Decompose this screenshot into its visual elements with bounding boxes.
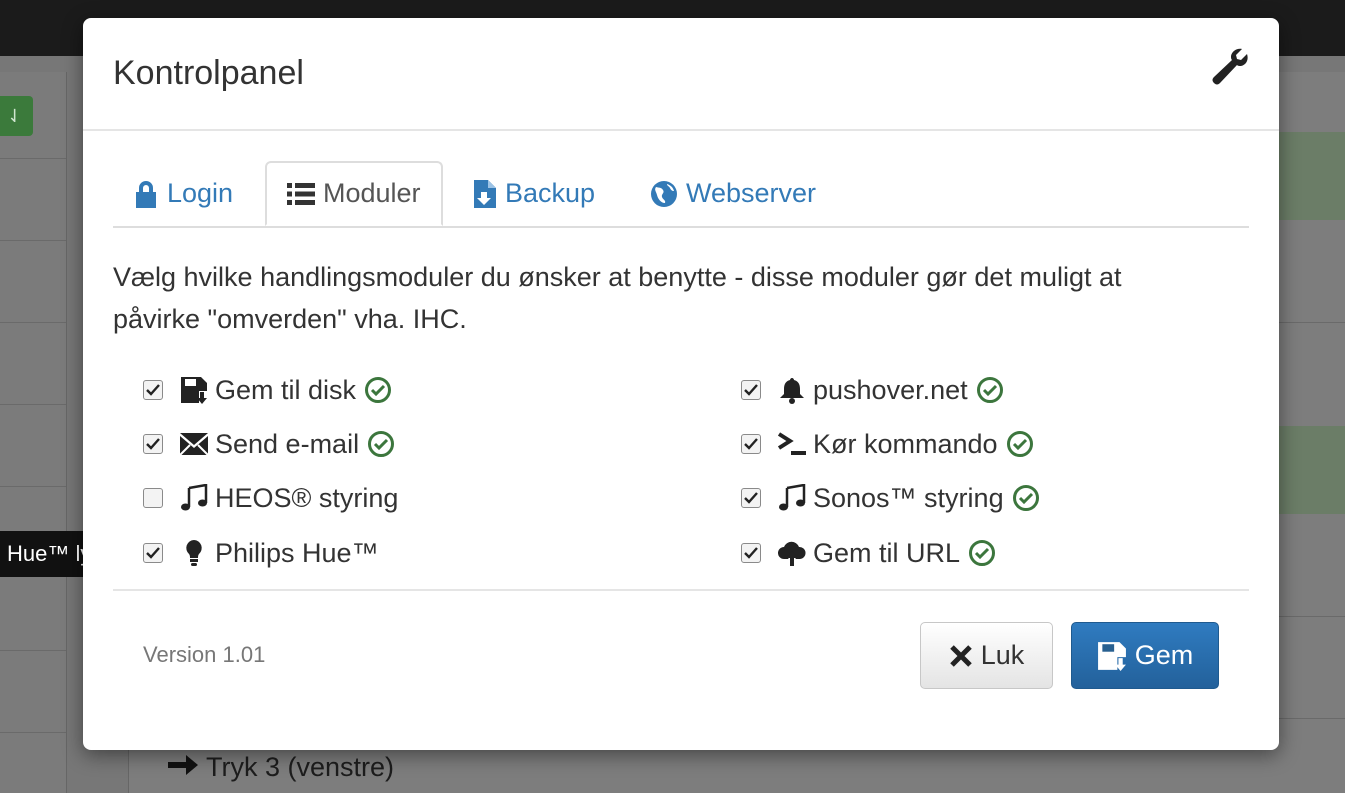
save-button[interactable]: Gem <box>1071 622 1219 689</box>
modal-title: Kontrolpanel <box>113 54 304 92</box>
checkbox[interactable] <box>143 543 163 563</box>
floppy-save-icon <box>1097 641 1126 671</box>
module-send-email[interactable]: Send e-mail <box>143 424 395 464</box>
modal-header: Kontrolpanel <box>83 18 1279 131</box>
app-row-label: Tryk 3 (venstre) <box>168 752 394 783</box>
footer-divider <box>113 589 1249 591</box>
file-download-icon <box>474 179 496 208</box>
globe-icon <box>651 180 677 207</box>
control-panel-modal: Kontrolpanel Login Moduler Backup Webser… <box>83 18 1279 750</box>
list-icon <box>287 182 315 205</box>
music-icon <box>779 484 806 511</box>
sort-icon[interactable]: ⇃ <box>0 96 33 136</box>
module-sonos[interactable]: Sonos™ styring <box>741 478 1040 518</box>
checkbox[interactable] <box>741 543 761 563</box>
ok-circle-icon <box>1012 485 1039 511</box>
module-koer-kommando[interactable]: Kør kommando <box>741 424 1034 464</box>
floppy-save-icon <box>181 377 207 404</box>
arrow-right-icon <box>168 755 198 775</box>
close-icon <box>949 644 972 667</box>
version-label: Version 1.01 <box>143 642 266 667</box>
cloud-upload-icon <box>778 541 806 566</box>
modules-description: Vælg hvilke handlingsmoduler du ønsker a… <box>113 262 1122 334</box>
tab-webserver[interactable]: Webserver <box>650 161 816 226</box>
checkbox[interactable] <box>143 380 163 400</box>
tab-login[interactable]: Login <box>133 161 233 226</box>
module-gem-til-disk[interactable]: Gem til disk <box>143 370 392 410</box>
checkbox[interactable] <box>741 488 761 508</box>
tab-backup[interactable]: Backup <box>473 161 595 226</box>
module-gem-til-url[interactable]: Gem til URL <box>741 533 996 573</box>
ok-circle-icon <box>1006 431 1033 457</box>
checkbox[interactable] <box>143 488 163 508</box>
ok-circle-icon <box>365 377 392 403</box>
terminal-icon <box>777 432 806 455</box>
module-philips-hue[interactable]: Philips Hue™ <box>143 533 379 573</box>
envelope-icon <box>179 433 209 456</box>
checkbox[interactable] <box>741 434 761 454</box>
app-left-column <box>0 72 67 793</box>
module-pushover[interactable]: pushover.net <box>741 370 1004 410</box>
ok-circle-icon <box>368 431 395 457</box>
close-button[interactable]: Luk <box>920 622 1053 689</box>
tab-moduler[interactable]: Moduler <box>265 161 443 226</box>
ok-circle-icon <box>976 377 1003 403</box>
checkbox[interactable] <box>741 380 761 400</box>
tab-bar: Login Moduler Backup Webserver <box>113 161 1249 228</box>
checkbox[interactable] <box>143 434 163 454</box>
wrench-icon[interactable] <box>1211 48 1251 88</box>
lightbulb-icon <box>186 540 202 566</box>
music-icon <box>181 484 208 511</box>
module-heos[interactable]: HEOS® styring <box>143 478 398 518</box>
ok-circle-icon <box>969 540 996 566</box>
lock-icon <box>136 180 156 208</box>
bell-icon <box>780 378 804 404</box>
